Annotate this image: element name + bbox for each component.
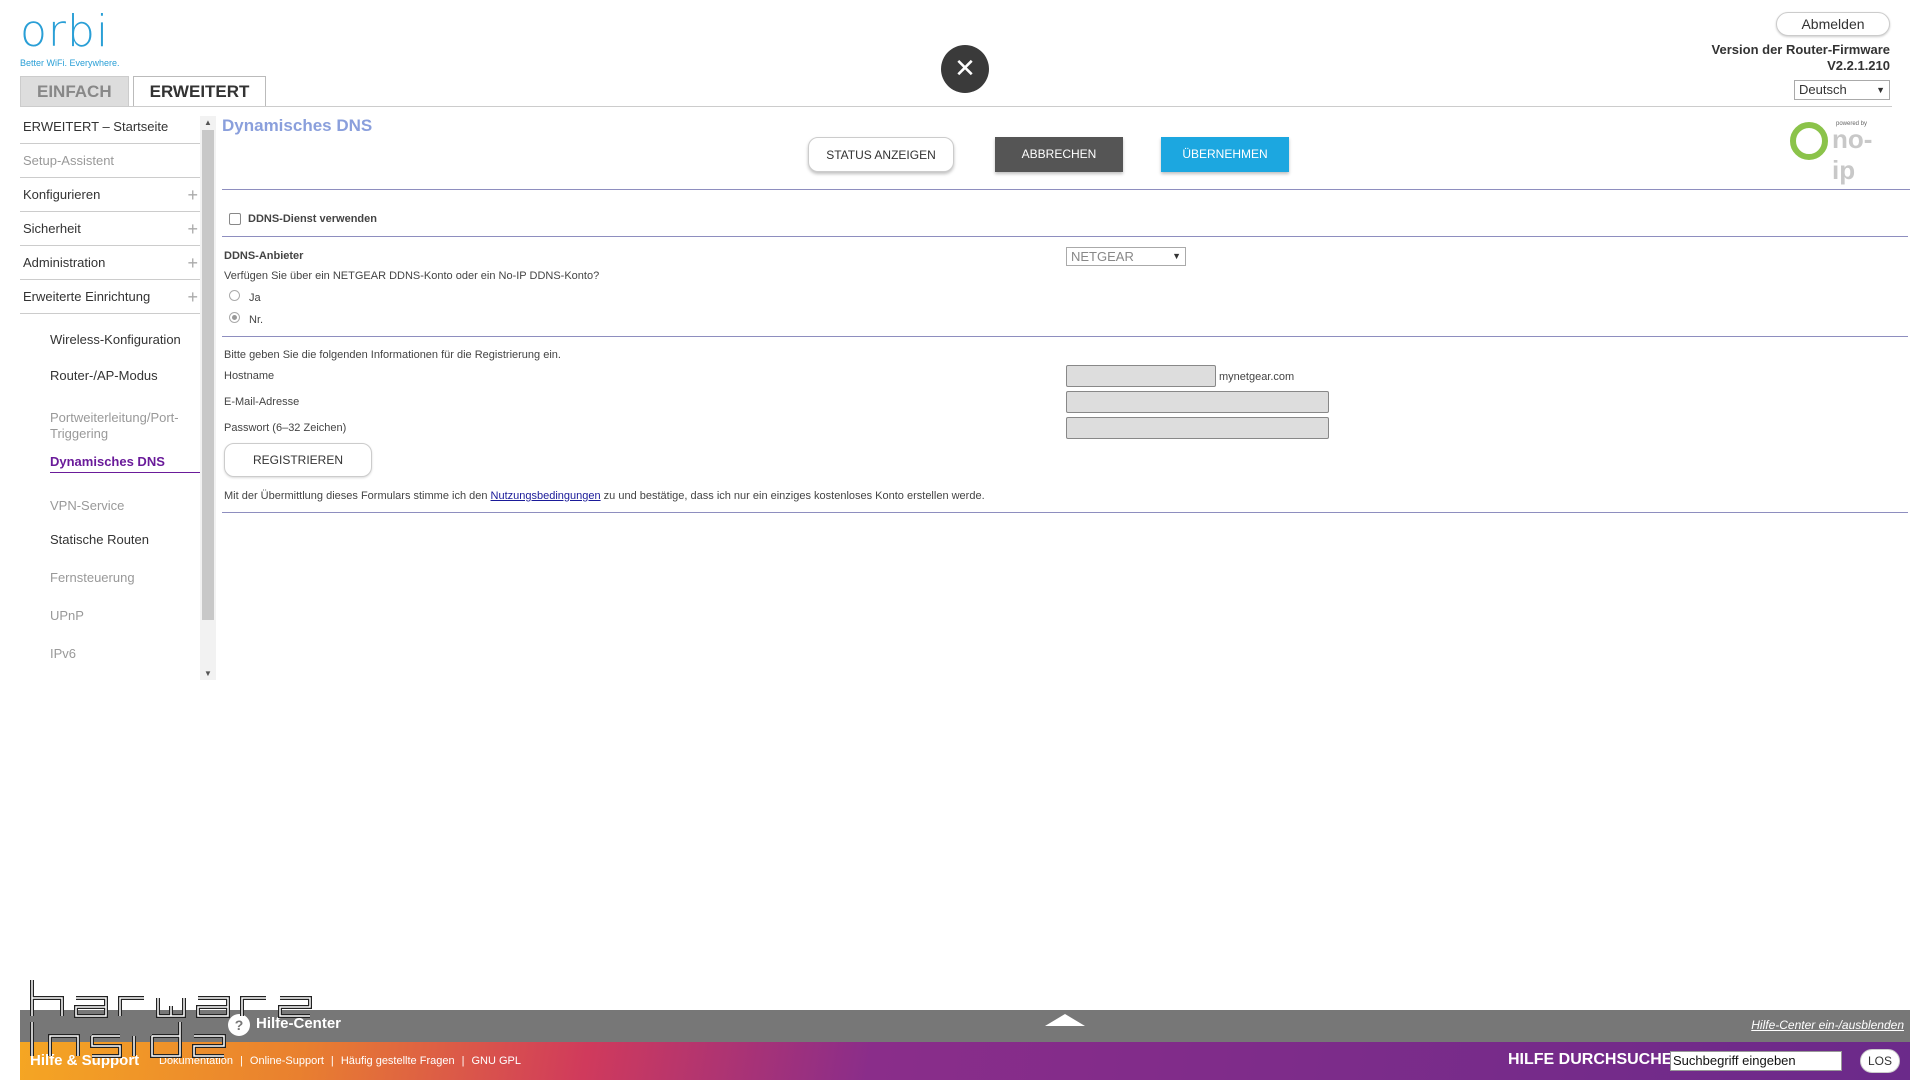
provider-label: DDNS-Anbieter [224, 250, 304, 262]
logo-tagline: Better WiFi. Everywhere. [20, 58, 120, 68]
search-button[interactable]: LOS [1860, 1049, 1900, 1073]
firmware-label: Version der Router-Firmware [1711, 42, 1890, 57]
sidebar-item-label: Sicherheit [23, 221, 81, 236]
firmware-info: Version der Router-Firmware V2.2.1.210 [1712, 42, 1890, 74]
radio-yes-label: Ja [249, 292, 261, 304]
sidebar-scrollbar[interactable]: ▲ ▼ [200, 116, 216, 680]
language-select[interactable]: Deutsch ▼ [1794, 80, 1890, 100]
register-button[interactable]: REGISTRIEREN [224, 443, 372, 477]
scroll-thumb[interactable] [202, 130, 214, 620]
hostname-suffix: mynetgear.com [1219, 371, 1295, 383]
sidebar-subitem-static-routes[interactable]: Statische Routen [20, 532, 200, 548]
noip-logo: powered by no-ip [1790, 120, 1894, 185]
search-label: HILFE DURCHSUCHEN [1508, 1051, 1684, 1068]
register-info: Bitte geben Sie die folgenden Informatio… [224, 349, 561, 361]
sidebar-item-setup-wizard[interactable]: Setup-Assistent [20, 144, 200, 178]
sidebar-subitem-remote[interactable]: Fernsteuerung [20, 570, 200, 586]
firmware-version: V2.2.1.210 [1827, 58, 1890, 73]
terms-text: Mit der Übermittlung dieses Formulars st… [224, 490, 985, 502]
page-title: Dynamisches DNS [222, 116, 373, 135]
plus-icon[interactable]: + [187, 212, 198, 246]
apply-button[interactable]: ÜBERNEHMEN [1161, 137, 1289, 172]
sidebar-item-label: Erweiterte Einrichtung [23, 289, 151, 304]
cancel-button[interactable]: ABBRECHEN [995, 137, 1123, 172]
tab-erweitert[interactable]: ERWEITERT [132, 76, 267, 106]
email-label: E-Mail-Adresse [224, 396, 300, 408]
sidebar-subitem-vpn[interactable]: VPN-Service [20, 498, 200, 514]
radio-no-label: Nr. [249, 314, 264, 326]
email-field[interactable] [1066, 391, 1329, 413]
tab-divider [20, 106, 1892, 107]
help-center-toggle[interactable]: Hilfe-Center ein-/ausblenden [1751, 1018, 1904, 1032]
provider-value: NETGEAR [1071, 249, 1134, 264]
ddns-checkbox[interactable] [229, 213, 241, 225]
active-underline [50, 472, 200, 473]
watermark-logo [30, 980, 312, 1058]
chevron-down-icon: ▼ [1172, 251, 1181, 261]
plus-icon[interactable]: + [187, 178, 198, 212]
sidebar: ERWEITERT – Startseite Setup-Assistent K… [20, 110, 200, 680]
language-value: Deutsch [1799, 82, 1847, 97]
radio-no[interactable] [229, 312, 240, 323]
scroll-up-icon[interactable]: ▲ [200, 118, 216, 127]
sidebar-subitem-ipv6[interactable]: IPv6 [20, 646, 200, 662]
sidebar-item-label: Konfigurieren [23, 187, 101, 202]
orbi-logo: orbi Better WiFi. Everywhere. [20, 6, 130, 69]
sidebar-item-label: Administration [23, 255, 106, 270]
sidebar-item-security[interactable]: Sicherheit + [20, 212, 200, 246]
password-label: Passwort (6–32 Zeichen) [224, 422, 347, 434]
logo-word: orbi [20, 6, 110, 57]
divider [222, 512, 1908, 513]
sidebar-item-administration[interactable]: Administration + [20, 246, 200, 280]
divider [222, 236, 1908, 237]
sidebar-item-home[interactable]: ERWEITERT – Startseite [20, 110, 200, 144]
account-question: Verfügen Sie über ein NETGEAR DDNS-Konto… [224, 270, 600, 282]
sidebar-item-advanced-setup[interactable]: Erweiterte Einrichtung + [20, 280, 200, 314]
sidebar-subitem-dynamic-dns[interactable]: Dynamisches DNS [20, 454, 200, 470]
hostname-label: Hostname [224, 370, 275, 382]
noip-text: no-ip [1832, 124, 1873, 185]
close-icon[interactable]: ✕ [941, 45, 989, 93]
tab-einfach[interactable]: EINFACH [20, 76, 129, 106]
logout-button[interactable]: Abmelden [1776, 12, 1890, 36]
divider [222, 189, 1910, 190]
hostname-input[interactable] [1066, 365, 1216, 387]
terms-suffix: zu und bestätige, dass ich nur ein einzi… [600, 490, 985, 502]
search-input[interactable]: Suchbegriff eingeben [1670, 1051, 1842, 1071]
chevron-down-icon: ▼ [1876, 85, 1885, 95]
divider [222, 336, 1908, 337]
sidebar-item-label: Setup-Assistent [23, 153, 115, 168]
terms-prefix: Mit der Übermittlung dieses Formulars st… [224, 490, 491, 502]
provider-select[interactable]: NETGEAR ▼ [1066, 247, 1186, 266]
terms-link[interactable]: Nutzungsbedingungen [491, 490, 601, 502]
sidebar-subitem-wireless[interactable]: Wireless-Konfiguration [20, 332, 200, 348]
sidebar-subitem-router-ap[interactable]: Router-/AP-Modus [20, 368, 200, 384]
sidebar-subitem-port-forwarding[interactable]: Portweiterleitung/Port-Triggering [20, 410, 180, 442]
expand-arrow-icon[interactable] [1045, 1014, 1085, 1026]
ddns-checkbox-label: DDNS-Dienst verwenden [248, 213, 377, 225]
mode-tabs: EINFACH ERWEITERT [20, 76, 270, 106]
plus-icon[interactable]: + [187, 246, 198, 280]
plus-icon[interactable]: + [187, 280, 198, 314]
password-field[interactable] [1066, 417, 1329, 439]
sidebar-item-configure[interactable]: Konfigurieren + [20, 178, 200, 212]
sidebar-item-label: ERWEITERT – Startseite [23, 119, 169, 134]
noip-circle-icon [1790, 122, 1828, 160]
radio-yes[interactable] [229, 290, 240, 301]
status-button[interactable]: STATUS ANZEIGEN [808, 137, 954, 172]
sidebar-subitem-upnp[interactable]: UPnP [20, 608, 200, 624]
support-link-gpl[interactable]: GNU GPL [472, 1055, 522, 1067]
scroll-down-icon[interactable]: ▼ [200, 669, 216, 678]
